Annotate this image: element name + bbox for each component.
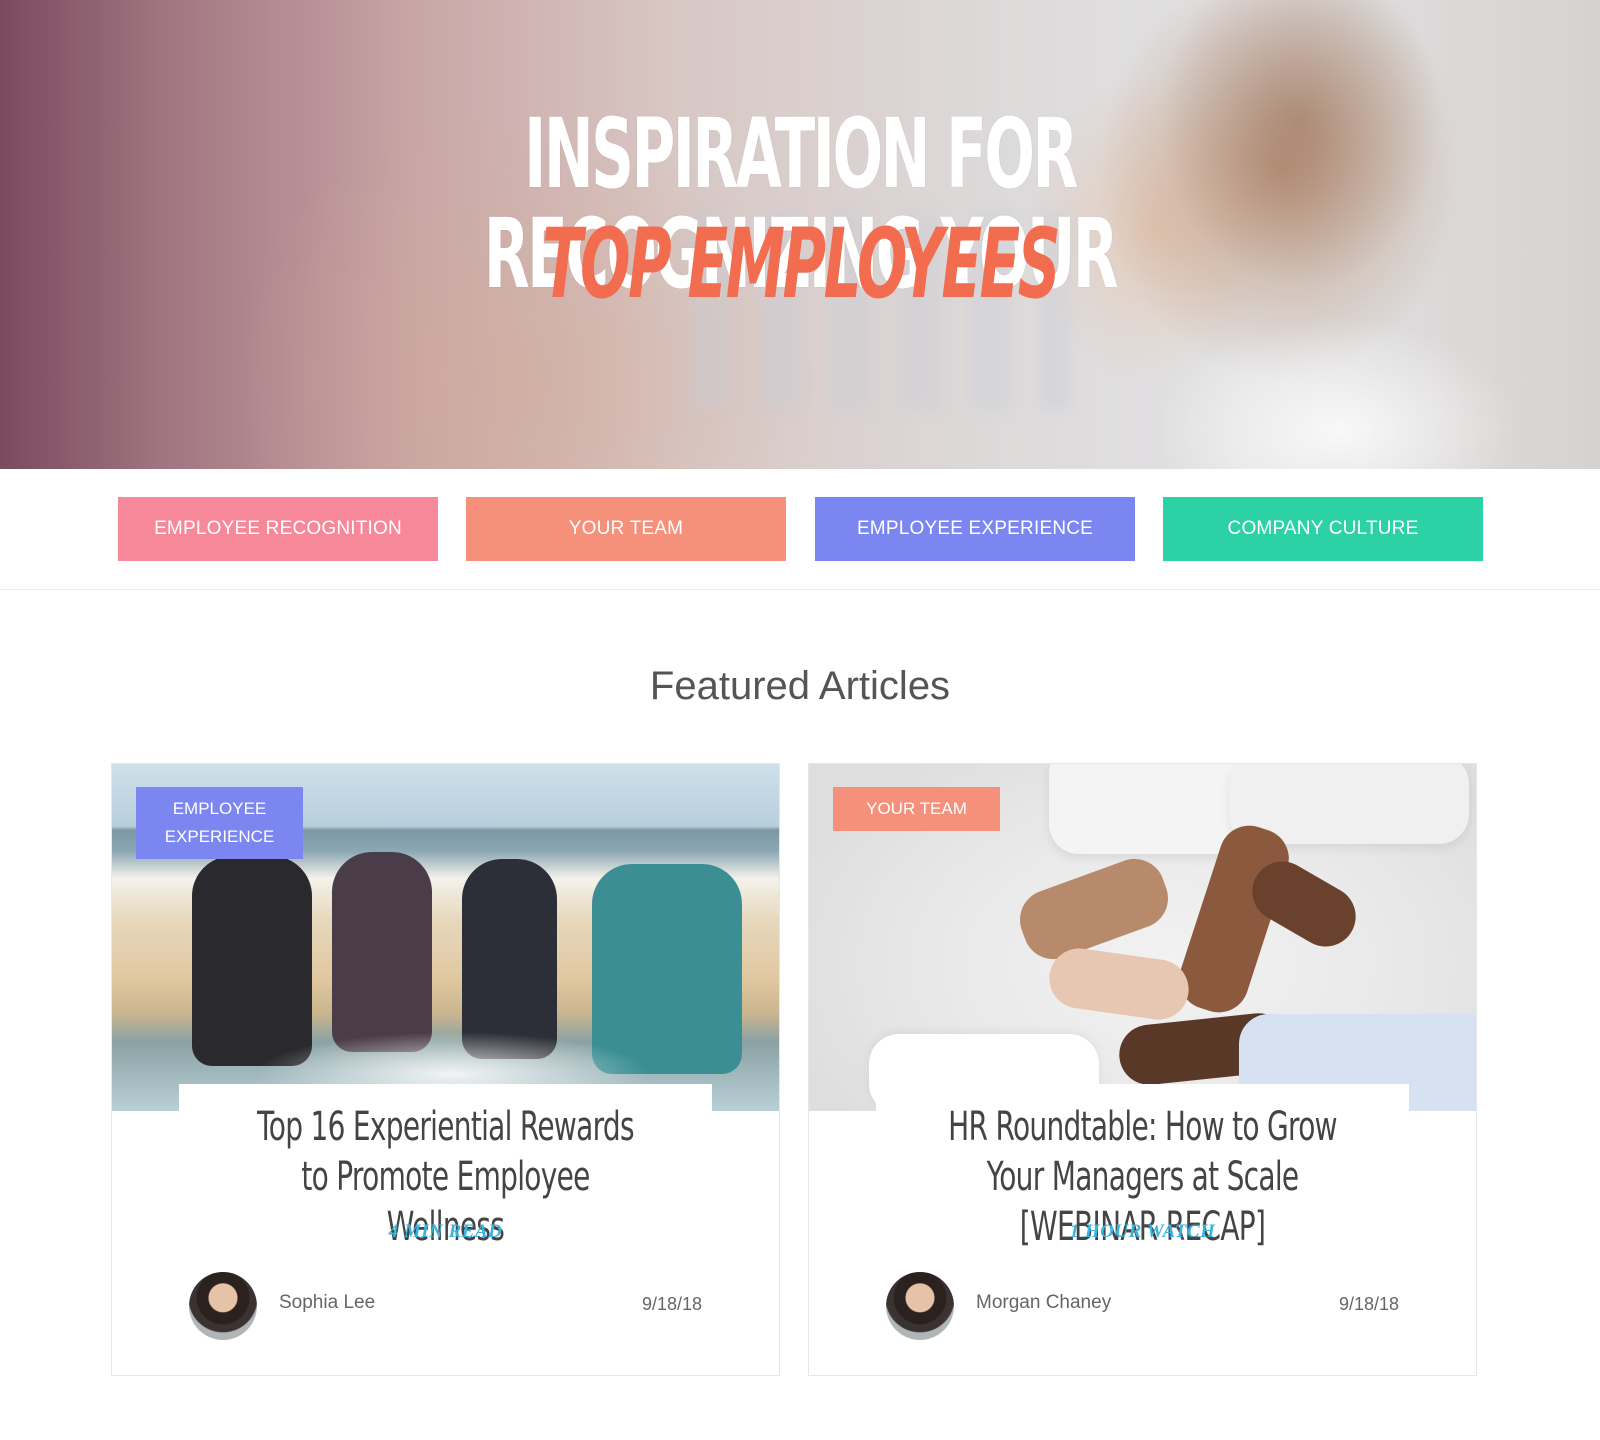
avatar: [886, 1272, 954, 1340]
category-your-team-button[interactable]: YOUR TEAM: [466, 497, 786, 561]
article-card[interactable]: EMPLOYEE EXPERIENCE Top 16 Experiential …: [111, 763, 780, 1376]
article-card[interactable]: YOUR TEAM HR Roundtable: How to Grow You…: [808, 763, 1477, 1376]
article-tag-badge[interactable]: YOUR TEAM: [833, 787, 1000, 831]
category-employee-recognition-button[interactable]: EMPLOYEE RECOGNITION: [118, 497, 438, 561]
hero-title-line2: TOP EMPLOYEES: [541, 208, 1061, 320]
article-image-hands[interactable]: YOUR TEAM: [809, 764, 1476, 1111]
hand-shape: [1045, 944, 1193, 1024]
article-tag-badge[interactable]: EMPLOYEE EXPERIENCE: [136, 787, 303, 859]
avatar: [189, 1272, 257, 1340]
category-nav: EMPLOYEE RECOGNITION YOUR TEAM EMPLOYEE …: [0, 469, 1600, 590]
sleeve-shape: [1049, 764, 1249, 854]
category-employee-experience-button[interactable]: EMPLOYEE EXPERIENCE: [815, 497, 1135, 561]
article-read-time: 4 MIN READ: [388, 1221, 503, 1242]
article-image-beach[interactable]: EMPLOYEE EXPERIENCE: [112, 764, 779, 1111]
article-tag-line1: EMPLOYEE: [172, 799, 267, 818]
author-name: Sophia Lee: [279, 1292, 376, 1313]
author-name: Morgan Chaney: [976, 1292, 1112, 1313]
category-company-culture-button[interactable]: COMPANY CULTURE: [1163, 497, 1483, 561]
article-read-time: 1 HOUR WATCH: [1069, 1221, 1216, 1242]
article-date: 9/18/18: [1338, 1294, 1399, 1314]
article-tag-line2: EXPERIENCE: [164, 827, 275, 846]
featured-articles-heading: Featured Articles: [649, 664, 951, 708]
hero-banner: INSPIRATION FOR RECOGNIZING YOUR TOP EMP…: [0, 0, 1600, 469]
article-date: 9/18/18: [641, 1294, 702, 1314]
